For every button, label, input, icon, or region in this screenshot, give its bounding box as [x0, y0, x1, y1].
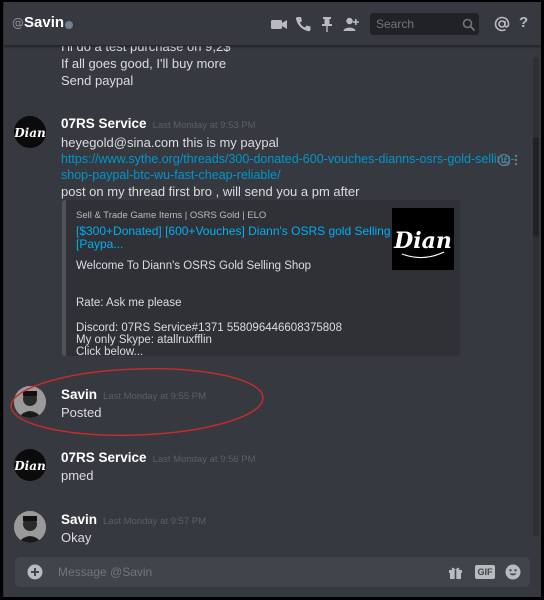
- author-name[interactable]: Savin: [61, 387, 97, 402]
- gift-icon[interactable]: [448, 565, 463, 584]
- scrollbar-thumb[interactable]: [533, 137, 539, 237]
- embed-title-line[interactable]: [$300+Donated] [600+Vouches] Diann's OSR…: [76, 225, 420, 238]
- timestamp: Last Monday at 9:57 PM: [103, 516, 207, 527]
- author-name[interactable]: Savin: [61, 512, 97, 527]
- embed-title[interactable]: [$300+Donated] [600+Vouches] Diann's OSR…: [76, 225, 420, 251]
- message-group: I'll do a test purchase on 9,2$ If all g…: [4, 46, 514, 88]
- avatar[interactable]: [14, 511, 46, 543]
- channel-name[interactable]: Savin: [24, 14, 64, 31]
- message-link[interactable]: shop-paypal-btc-wu-fast-cheap-reliable/: [61, 168, 281, 182]
- embed-description-line: Welcome To Diann's OSRS Gold Selling Sho…: [76, 260, 312, 272]
- embed-thumbnail[interactable]: Dian: [392, 208, 454, 270]
- message-input[interactable]: [58, 564, 358, 580]
- embed-description-line: Rate: Ask me please: [76, 297, 182, 309]
- emoji-icon[interactable]: [505, 564, 521, 584]
- status-indicator: [65, 21, 73, 29]
- author-name[interactable]: 07RS Service: [61, 116, 147, 131]
- video-call-icon[interactable]: [270, 15, 288, 33]
- timestamp: Last Monday at 9:55 PM: [103, 391, 207, 402]
- message-text: pmed: [61, 468, 94, 483]
- message-text: Send paypal: [61, 73, 134, 88]
- embed-provider[interactable]: Sell & Trade Game Items | OSRS Gold | EL…: [76, 210, 266, 221]
- more-options-icon[interactable]: [514, 152, 518, 171]
- at-icon: @: [12, 16, 24, 30]
- avatar[interactable]: Dian: [14, 449, 46, 481]
- avatar-logo-text: Dian: [14, 459, 46, 473]
- message-author[interactable]: Savin Last Monday at 9:55 PM: [61, 387, 206, 402]
- mention-icon[interactable]: [493, 15, 511, 33]
- link-embed: Sell & Trade Game Items | OSRS Gold | EL…: [62, 200, 460, 358]
- author-name[interactable]: 07RS Service: [61, 450, 147, 465]
- scrollbar-track[interactable]: [533, 57, 539, 537]
- channel-header: @ Savin ?: [4, 2, 541, 46]
- search-icon: [462, 17, 476, 36]
- embed-description-line: My only Skype: atallruxfflin: [76, 334, 212, 346]
- message-author[interactable]: 07RS Service Last Monday at 9:53 PM: [61, 116, 256, 131]
- message-text: I'll do a test purchase on 9,2$: [61, 46, 231, 54]
- pin-icon[interactable]: [318, 15, 336, 33]
- timestamp: Last Monday at 9:56 PM: [152, 454, 256, 465]
- message-group: Savin Last Monday at 9:55 PM Posted: [4, 384, 514, 434]
- gif-icon[interactable]: GIF: [475, 565, 495, 579]
- message-group: Dian 07RS Service Last Monday at 9:56 PM …: [4, 447, 514, 497]
- message-text: post on my thread first bro , will send …: [61, 184, 360, 199]
- message-text: If all goes good, I'll buy more: [61, 56, 227, 71]
- message-author[interactable]: Savin Last Monday at 9:57 PM: [61, 512, 206, 527]
- message-text: heyegold@sina.com this is my paypal: [61, 135, 279, 150]
- help-icon[interactable]: ?: [519, 14, 537, 32]
- add-reaction-icon[interactable]: [497, 152, 511, 171]
- embed-title-line[interactable]: [Paypa...: [76, 238, 420, 251]
- search-input[interactable]: [376, 16, 456, 32]
- embed-description-line: Discord: 07RS Service#1371 5580964466083…: [76, 322, 342, 334]
- phone-call-icon[interactable]: [294, 15, 312, 33]
- message-text: Okay: [61, 530, 92, 545]
- avatar-logo-text: Dian: [14, 126, 46, 140]
- message-author[interactable]: 07RS Service Last Monday at 9:56 PM: [61, 450, 256, 465]
- avatar[interactable]: Dian: [14, 116, 46, 148]
- message-link[interactable]: https://www.sythe.org/threads/300-donate…: [61, 152, 515, 166]
- dm-window: @ Savin ? I'll do a test purchas: [3, 2, 541, 597]
- embed-description-line: Click below...: [76, 346, 144, 358]
- upload-icon[interactable]: [27, 564, 43, 584]
- add-friend-icon[interactable]: [342, 15, 360, 33]
- thumbnail-logo-text: Dian: [393, 228, 452, 254]
- message-composer: GIF: [15, 557, 530, 587]
- timestamp: Last Monday at 9:53 PM: [152, 120, 256, 131]
- avatar[interactable]: [14, 386, 46, 418]
- message-text: Posted: [61, 405, 102, 420]
- message-list: I'll do a test purchase on 9,2$ If all g…: [4, 46, 541, 552]
- message-group: Savin Last Monday at 9:57 PM Okay: [4, 509, 514, 552]
- search-bar[interactable]: [370, 13, 479, 35]
